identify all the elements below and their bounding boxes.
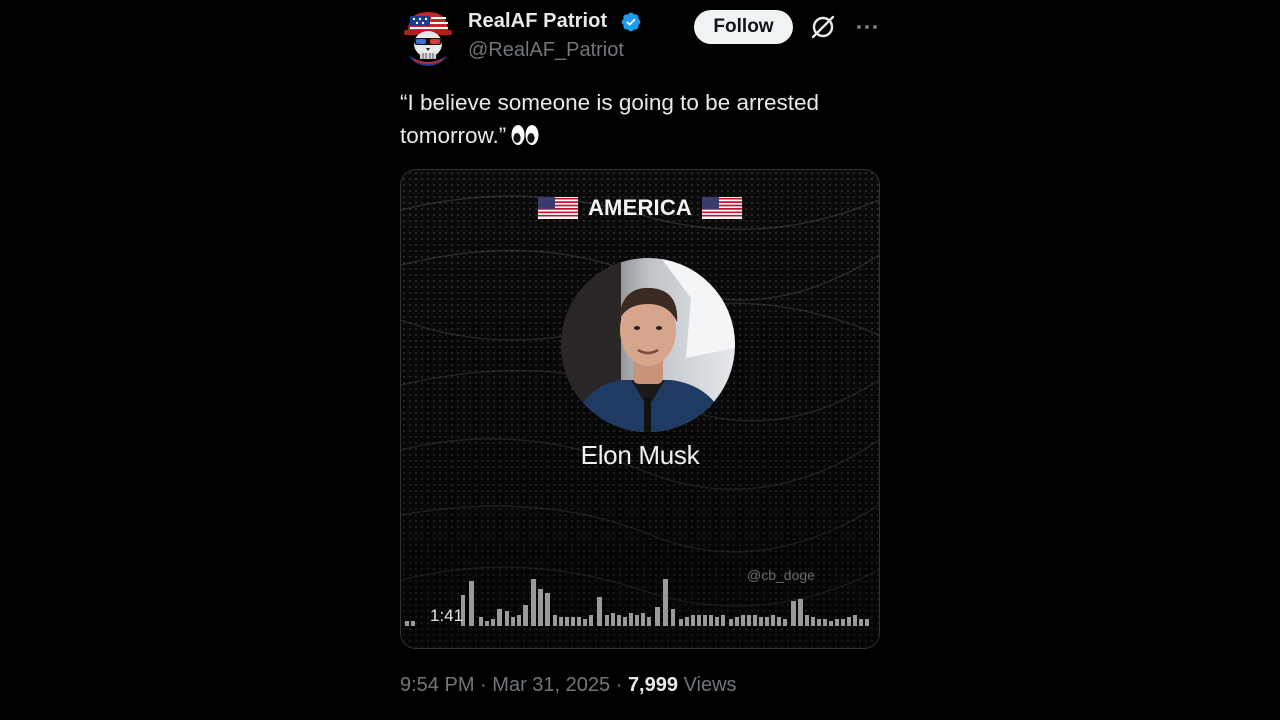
grok-icon[interactable] xyxy=(810,14,836,40)
meta-separator: · xyxy=(480,674,487,696)
views-label: Views xyxy=(683,674,737,696)
tweet-text: “I believe someone is going to be arrest… xyxy=(400,86,880,152)
verified-badge-icon xyxy=(621,12,641,32)
follow-button[interactable]: Follow xyxy=(694,10,793,44)
us-flag-icon xyxy=(537,197,578,219)
author-handle[interactable]: @RealAF_Patriot xyxy=(468,39,624,62)
views-count: 7,999 xyxy=(627,674,678,696)
tweet: RealAF Patriot @RealAF_Patriot Follow “I… xyxy=(400,0,880,720)
author-name[interactable]: RealAF Patriot xyxy=(468,10,607,33)
speaker-portrait xyxy=(561,258,735,432)
media-title: AMERICA xyxy=(401,194,879,222)
audio-waveform[interactable] xyxy=(401,565,879,631)
media-title-text: AMERICA xyxy=(587,195,693,220)
tweet-body: “I believe someone is going to be arrest… xyxy=(400,90,819,148)
video-media[interactable]: AMERICA Elon Musk @cb_doge 1:41 xyxy=(400,169,880,649)
skull-avatar-icon xyxy=(404,12,452,66)
video-duration: 1:41 xyxy=(430,606,464,625)
more-icon[interactable] xyxy=(854,17,880,37)
tweet-time[interactable]: 9:54 PM xyxy=(400,674,474,696)
eyes-icon xyxy=(511,125,539,145)
us-flag-icon xyxy=(702,197,743,219)
speaker-name: Elon Musk xyxy=(580,440,700,470)
tweet-date[interactable]: Mar 31, 2025 xyxy=(492,674,610,696)
meta-separator: · xyxy=(615,674,623,696)
tweet-meta: 9:54 PM · Mar 31, 2025 · 7,999 Views xyxy=(400,674,737,697)
author-avatar[interactable] xyxy=(402,8,454,66)
speaker-photo xyxy=(561,258,735,432)
